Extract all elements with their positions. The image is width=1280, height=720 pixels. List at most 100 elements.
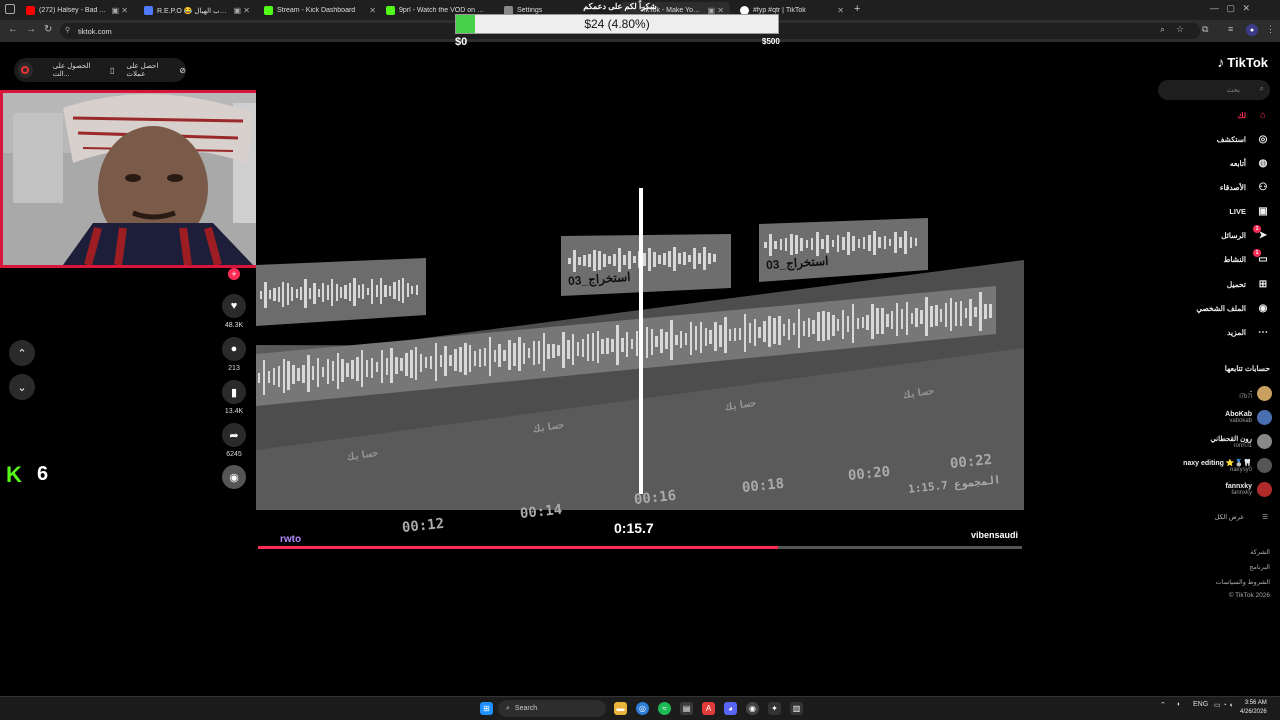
comment-icon[interactable]: ● [222,337,246,361]
location-icon[interactable]: ◐ [1177,701,1181,708]
video-player[interactable]: استخراج_03 استخراج_03 حسابك حسابك حسابك … [256,90,1024,552]
music-disc-icon[interactable]: ◉ [222,465,246,489]
following-account[interactable]: fannxky fannxky [1226,482,1272,497]
site-info-icon[interactable]: ⚲ [65,26,70,34]
tab-reddit[interactable]: R.E.P.O 😂 جرب الهيال !! - Reddi ▣ ✕ [138,2,256,19]
waveform-bar [468,344,472,373]
tab-title: #fyp #qtr | TikTok [753,7,806,14]
video-author[interactable]: vibensaudi [971,530,1018,540]
network-volume-icons[interactable]: ▭ ◔ ◖ [1214,701,1233,709]
follow-button[interactable]: + [222,268,246,280]
tab-youtube[interactable]: (272) Halsey - Bad At Love ▣ ✕ [20,2,134,19]
share-action[interactable]: ➦ 6245 [222,423,246,458]
extensions-icon[interactable]: ⧉ [1202,24,1208,35]
bookmark-icon[interactable]: ▮ [222,380,246,404]
app-icon[interactable]: ▥ [790,702,803,715]
sidebar-item-2[interactable]: أتابعه ◍ [1230,158,1270,169]
following-account[interactable]: AboKab vabokab [1225,410,1272,425]
app-icon[interactable] [18,62,33,78]
share-icon[interactable]: ➦ [222,423,246,447]
see-all-link[interactable]: عرض الكل ☰ [1215,513,1268,521]
taskbar-search[interactable]: ⌕ Search [498,700,606,717]
account-name: AboKab [1225,411,1252,418]
app-icon[interactable]: ✦ [768,702,781,715]
store-icon[interactable]: ▤ [680,702,693,715]
file-explorer-icon[interactable]: ▬ [614,702,627,715]
waveform-bar [380,350,384,384]
waveform-bar [322,283,325,303]
waveform-bar [581,339,585,358]
new-tab-icon[interactable]: + [854,3,860,15]
waveform-bar [380,277,383,305]
donation-max-label: $500 [762,37,780,46]
waveform-bar [331,361,335,382]
tray-chevron-icon[interactable]: ⌃ [1160,701,1166,709]
comment-action[interactable]: ● 213 [222,337,246,372]
sidebar-item-8[interactable]: الملف الشخصي ◉ [1196,303,1270,314]
sidebar-item-3[interactable]: الأصدقاء ⚇ [1220,182,1270,193]
like-action[interactable]: ♥ 48.3K [222,294,246,329]
search-input[interactable]: بحث ⌕ [1158,80,1270,100]
menu-dots-icon[interactable]: ⋮ [1266,24,1275,35]
forward-icon[interactable]: → [26,24,36,35]
bookmark-star-icon[interactable]: ☆ [1176,24,1184,35]
footer-program[interactable]: البرنامج [1249,563,1270,571]
chrome-icon[interactable]: ◎ [636,702,649,715]
sidebar-item-9[interactable]: المزيد ⋯ [1227,327,1270,338]
app-a-icon[interactable]: A [702,702,715,715]
sound-disc[interactable]: ◉ [222,465,246,489]
waveform-bar [365,359,369,377]
start-icon[interactable]: ⊞ [480,702,493,715]
close-icon[interactable]: ▣ ✕ [234,6,250,15]
waveform-bar [573,249,576,273]
waveform-bar [698,253,701,264]
close-icon[interactable]: ✕ [837,6,844,15]
sidebar-item-4[interactable]: LIVE ▣ [1229,206,1270,217]
following-account[interactable]: رون القحطاني ronn.l1 [1210,434,1272,449]
zoom-icon[interactable]: ⌕ [1160,24,1165,35]
window-controls[interactable]: — ▢ ✕ [1210,3,1250,14]
sidebar-item-5[interactable]: الرسائل ➤ 1 [1221,225,1270,241]
waveform-bar [317,289,320,297]
search-icon[interactable]: ⌕ [1260,84,1264,94]
video-progress-bar[interactable] [258,546,1022,549]
sidebar-item-6[interactable]: النشاط ▭ 1 [1223,249,1270,265]
footer-copyright: © TikTok 2026 [1228,592,1270,599]
get-coins-pill[interactable]: احصل على عملات [126,62,175,78]
clock[interactable]: 3:56 AM 4/26/2026 [1240,699,1267,717]
close-icon[interactable]: ✕ [369,6,376,15]
back-icon[interactable]: ← [8,24,18,35]
following-title: حسابات تتابعها [1224,364,1270,373]
save-action[interactable]: ▮ 13.4K [222,380,246,415]
previous-video-button[interactable]: ⌃ [9,340,35,366]
tab-kick-dashboard[interactable]: Stream - Kick Dashboard ✕ [258,2,382,19]
spotify-icon[interactable]: ≈ [658,702,671,715]
heart-icon[interactable]: ♥ [222,294,246,318]
next-video-button[interactable]: ⌄ [9,374,35,400]
obs-icon[interactable]: ◉ [746,702,759,715]
waveform-bar [304,279,307,308]
reload-icon[interactable]: ↻ [44,24,52,35]
tab-actions-icon[interactable] [5,4,15,14]
close-icon[interactable]: ▣ ✕ [112,6,128,15]
profile-avatar[interactable]: ● [1246,24,1258,36]
footer-terms[interactable]: الشروط والسياسات [1216,578,1270,586]
tiktok-logo[interactable]: ♪ TikTok [1217,54,1268,70]
waveform-bar [894,231,897,254]
discord-icon[interactable]: ◕ [724,702,737,715]
footer-company[interactable]: الشركة [1250,548,1270,556]
waveform-bar [331,279,334,307]
media-icon[interactable]: ≡ [1228,24,1233,34]
following-account[interactable]: . l7b7l [1239,386,1272,401]
sidebar-item-1[interactable]: استكشف ◎ [1217,134,1270,145]
get-app-pill[interactable]: الحصول على الت... [53,62,105,78]
waveform-bar [807,317,810,338]
following-account[interactable]: naxy editing ⭐🥈🦷 naxysy0 [1183,458,1272,473]
tab-title: Stream - Kick Dashboard [277,7,356,14]
waveform-bar [909,236,913,248]
sidebar-item-7[interactable]: تحميل ⊞ [1227,279,1270,290]
language-indicator[interactable]: ENG [1193,701,1208,708]
sidebar-item-0[interactable]: لك ⌂ [1237,110,1270,121]
waveform-bar [847,231,850,256]
waveform-bar [648,247,651,272]
